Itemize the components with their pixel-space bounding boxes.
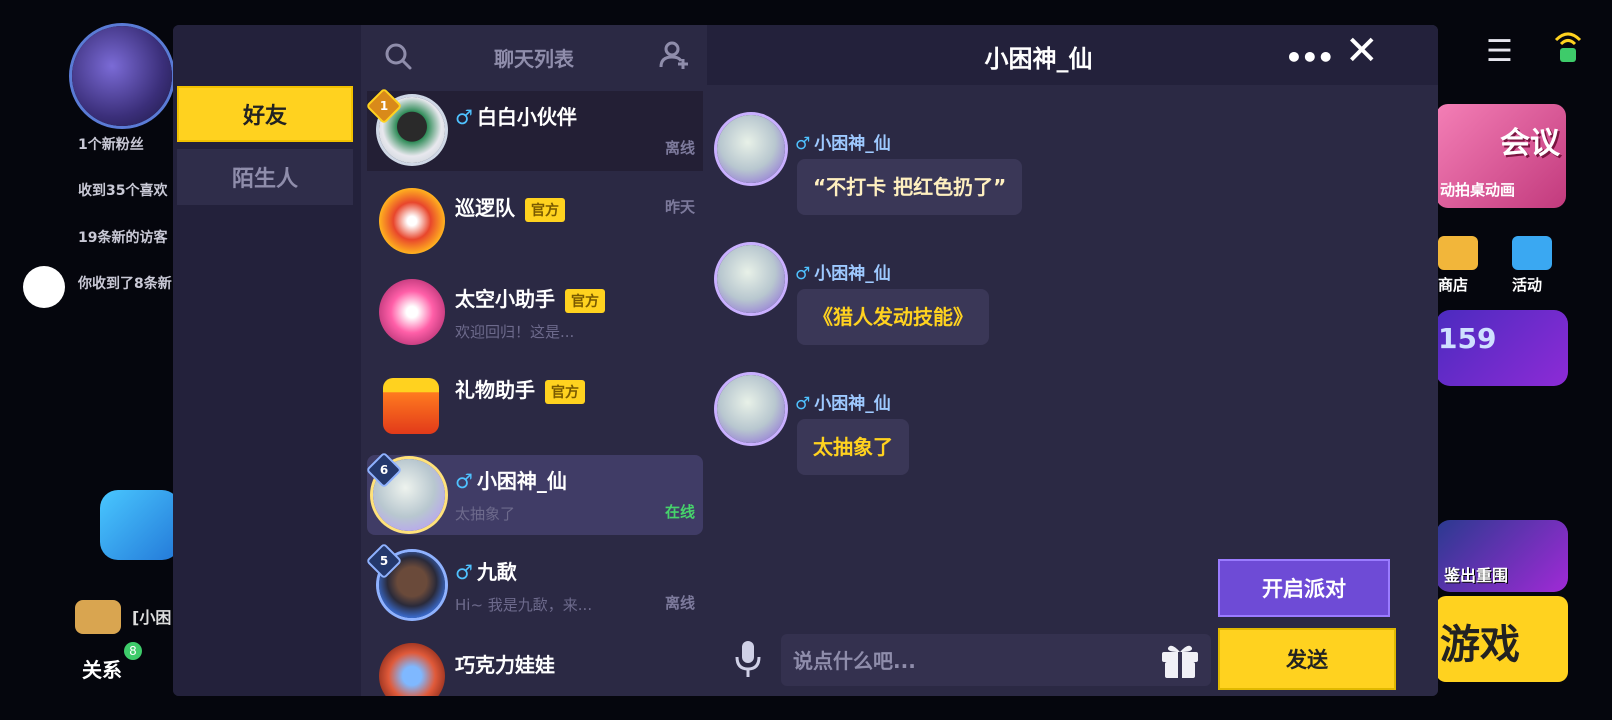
activity-icon <box>1512 236 1552 270</box>
message-bubble: “不打卡 把红色扔了” <box>797 159 1023 215</box>
message: ♂ 小困神_仙 《猎人发动技能》 <box>717 245 1397 355</box>
meeting-banner[interactable]: 会议 动拍桌动画 <box>1436 104 1566 208</box>
gift-avatar <box>383 378 439 434</box>
shop-icon <box>1438 236 1478 270</box>
chat-list-item[interactable]: 巧克力娃娃 <box>367 637 703 696</box>
menu-icon[interactable]: ☰ <box>1486 34 1513 69</box>
message-input-box <box>781 634 1211 688</box>
official-badge: 官方 <box>565 288 605 313</box>
relation-badge: 8 <box>124 642 142 660</box>
avatar <box>379 643 445 696</box>
chat-list-item[interactable]: 5 ♂ 九歃 Hi~ 我是九歃，来... 离线 <box>365 542 703 626</box>
male-icon: ♂ <box>455 469 473 493</box>
shop-label: 商店 <box>1438 276 1469 294</box>
microphone-icon[interactable] <box>733 639 763 679</box>
avatar <box>379 188 445 254</box>
message: ♂ 小困神_仙 太抽象了 <box>717 375 1397 485</box>
chat-list-title: 聊天列表 <box>494 47 574 71</box>
chat-header: 小困神_仙 ••• ✕ <box>707 25 1438 85</box>
contact-name: 巡逻队 官方 <box>455 192 565 222</box>
gift-icon[interactable] <box>1159 640 1201 680</box>
start-game-label: 游戏 <box>1440 622 1520 668</box>
event-banner-label: 鉴出重围 <box>1444 566 1509 585</box>
contact-name: ♂ 小困神_仙 <box>455 469 567 493</box>
contact-name: ♂ 白白小伙伴 <box>455 105 577 129</box>
chat-title: 小困神_仙 <box>984 45 1093 73</box>
notice-messages[interactable]: 你收到了8条新 <box>78 273 172 293</box>
contact-name: 巧克力娃娃 <box>455 653 555 677</box>
official-badge: 官方 <box>525 197 565 222</box>
male-icon: ♂ <box>455 560 473 584</box>
level-banner-number: 159 <box>1438 322 1497 355</box>
contact-name: 礼物助手 官方 <box>455 374 585 404</box>
notice-likes[interactable]: 收到35个喜欢 <box>78 180 167 200</box>
male-icon: ♂ <box>795 394 811 414</box>
chat-list-item[interactable]: 太空小助手 官方 欢迎回归！这是... <box>367 273 703 353</box>
chat-list-item[interactable]: 1 ♂ 白白小伙伴 离线 <box>365 87 703 171</box>
sender-avatar[interactable] <box>717 375 785 443</box>
notice-visitors[interactable]: 19条新的访客 <box>78 227 167 247</box>
event-banner[interactable]: 鉴出重围 <box>1436 520 1568 592</box>
start-game-button[interactable]: 游戏 <box>1436 596 1568 682</box>
message: ♂ 小困神_仙 “不打卡 把红色扔了” <box>717 115 1397 225</box>
chat-list-header: 聊天列表 <box>361 25 707 89</box>
message-bubble: 《猎人发动技能》 <box>797 289 989 345</box>
message-preview: 太抽象了 <box>455 505 516 523</box>
message-bubble: 太抽象了 <box>797 419 909 475</box>
floating-button[interactable] <box>23 266 65 308</box>
signal-icon[interactable] <box>1552 26 1584 66</box>
chat-list-item[interactable]: 巡逻队 官方 昨天 <box>367 182 703 262</box>
avatar <box>379 279 445 345</box>
male-icon: ♂ <box>795 264 811 284</box>
shop-button[interactable]: 商店 <box>1438 236 1478 295</box>
tab-friends[interactable]: 好友 <box>177 86 353 142</box>
chat-list-item-selected[interactable]: 6 ♂ 小困神_仙 太抽象了 在线 <box>365 451 703 535</box>
close-icon[interactable]: ✕ <box>1345 31 1379 71</box>
mascot-icon[interactable] <box>100 490 180 560</box>
player-avatar[interactable] <box>72 26 172 126</box>
more-icon[interactable]: ••• <box>1285 41 1335 74</box>
sender-name: ♂ 小困神_仙 <box>795 134 891 154</box>
message-preview: 欢迎回归！这是... <box>455 323 575 341</box>
status-online: 在线 <box>664 503 695 521</box>
sender-name: ♂ 小困神_仙 <box>795 394 891 414</box>
message-preview: Hi~ 我是九歃，来... <box>455 596 593 614</box>
male-icon: ♂ <box>795 134 811 154</box>
male-icon: ♂ <box>455 105 473 129</box>
contact-name: 太空小助手 官方 <box>455 283 605 313</box>
timestamp: 昨天 <box>664 198 695 216</box>
tab-column: 好友 陌生人 <box>173 25 361 696</box>
sender-avatar[interactable] <box>717 245 785 313</box>
add-friend-icon[interactable] <box>659 39 691 71</box>
chat-panel: 好友 陌生人 聊天列表 1 ♂ 白白小伙伴 离线 巡逻队 官方 昨天 太空小助手… <box>173 25 1438 696</box>
sender-name: ♂ 小困神_仙 <box>795 264 891 284</box>
contact-name: ♂ 九歃 <box>455 560 517 584</box>
level-banner[interactable]: 159 <box>1436 310 1568 386</box>
status-offline: 离线 <box>664 594 695 612</box>
sender-avatar[interactable] <box>717 115 785 183</box>
meeting-banner-subtitle: 动拍桌动画 <box>1440 181 1516 199</box>
status-offline: 离线 <box>664 139 695 157</box>
meeting-banner-title: 会议 <box>1500 126 1560 161</box>
official-badge: 官方 <box>545 379 585 404</box>
chat-list-item[interactable]: 礼物助手 官方 <box>367 364 703 444</box>
relation-label[interactable]: 关系 <box>82 654 122 683</box>
send-button[interactable]: 发送 <box>1218 628 1396 690</box>
activity-button[interactable]: 活动 <box>1512 236 1552 295</box>
activity-label: 活动 <box>1512 276 1543 294</box>
start-party-button[interactable]: 开启派对 <box>1218 559 1390 617</box>
message-input[interactable] <box>791 634 1145 688</box>
chat-list: 聊天列表 1 ♂ 白白小伙伴 离线 巡逻队 官方 昨天 太空小助手 官方 欢迎回归！ <box>361 25 707 696</box>
notice-fans[interactable]: 1个新粉丝 <box>78 134 144 154</box>
pet-name: [小困 <box>132 608 172 627</box>
tab-strangers[interactable]: 陌生人 <box>177 149 353 205</box>
pet-icon[interactable] <box>75 600 121 634</box>
